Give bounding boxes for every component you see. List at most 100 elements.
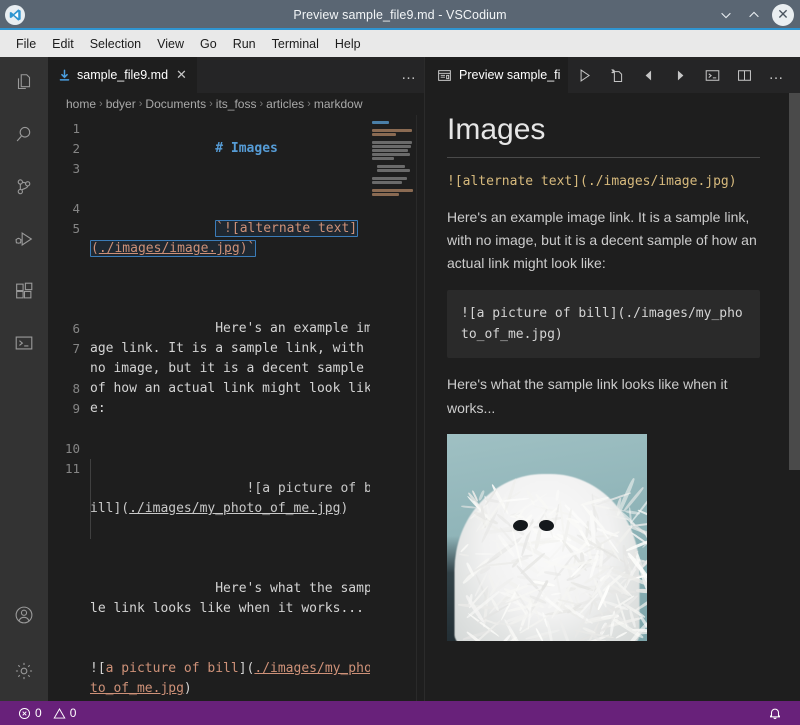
minimap-row	[372, 145, 411, 148]
chevron-up-icon[interactable]	[741, 2, 767, 28]
code-line-2	[90, 179, 376, 199]
tab-preview-sample-file9[interactable]: Preview sample_fi	[425, 57, 568, 93]
code-editor[interactable]: 1 2 3 4 5 6 7	[48, 115, 424, 701]
breadcrumb-separator: ›	[307, 98, 311, 110]
breadcrumb: home › bdyer › Documents › its_foss › ar…	[48, 93, 424, 115]
minimap-row	[372, 181, 402, 184]
split-editor-icon[interactable]	[728, 57, 760, 93]
gear-icon[interactable]	[0, 641, 48, 701]
status-bar: 0 0	[0, 701, 800, 725]
sidebar-item-terminal[interactable]	[0, 317, 48, 369]
line-number: 9	[48, 399, 80, 419]
line-number: 3	[48, 159, 80, 179]
preview-scrollbar[interactable]	[789, 93, 800, 470]
line-wrap-spacer	[48, 359, 80, 379]
sidebar-item-explorer[interactable]	[0, 57, 48, 109]
line-number-gutter: 1 2 3 4 5 6 7	[48, 119, 90, 699]
close-icon[interactable]: ✕	[772, 4, 794, 26]
menu-item-go[interactable]: Go	[192, 34, 225, 54]
line-number: 6	[48, 319, 80, 339]
code-line-11: ![a picture of bill](./images/my_photo_o…	[90, 659, 376, 699]
menu-item-selection[interactable]: Selection	[82, 34, 149, 54]
preview-icon	[437, 68, 452, 83]
code-line-4	[90, 279, 376, 299]
inline-code-url[interactable]: ./images/image.jpg	[99, 241, 240, 256]
minimap-row	[372, 133, 396, 136]
preview-toolbar: …	[568, 57, 792, 93]
breadcrumb-item-its-foss[interactable]: its_foss	[216, 97, 257, 111]
minimap-row	[372, 149, 408, 152]
preview-tabs-bar: Preview sample_fi	[425, 57, 800, 93]
link-text: a picture of bill	[106, 661, 239, 676]
more-actions-button[interactable]: …	[760, 57, 792, 93]
close-icon[interactable]: ✕	[176, 67, 187, 83]
editor-group-source: sample_file9.md ✕ … home › bdyer › Docum…	[48, 57, 425, 701]
menu-item-view[interactable]: View	[149, 34, 192, 54]
breadcrumb-item-markdown[interactable]: markdow	[314, 97, 363, 111]
titlebar-accent-line	[0, 28, 800, 30]
menu-item-help[interactable]: Help	[327, 34, 369, 54]
warning-icon	[53, 707, 66, 720]
menu-item-file[interactable]: File	[8, 34, 44, 54]
breadcrumb-item-documents[interactable]: Documents	[145, 97, 206, 111]
line-wrap-spacer	[48, 259, 80, 279]
link-separator: ](	[239, 661, 255, 676]
markdown-preview[interactable]: Images ![alternate text](./images/image.…	[425, 93, 800, 701]
menu-item-terminal[interactable]: Terminal	[264, 34, 327, 54]
code-block-url: ./images/my_photo_of_me.jpg	[129, 501, 340, 516]
paragraph-text: Here's an example image link. It is a sa…	[90, 321, 372, 416]
link-close-paren: )	[184, 681, 192, 696]
editor-scrollbar[interactable]	[416, 115, 424, 701]
arrow-left-icon[interactable]	[632, 57, 664, 93]
photo-strand	[475, 552, 495, 554]
inline-code-close: )`	[240, 241, 256, 256]
breadcrumb-item-articles[interactable]: articles	[266, 97, 304, 111]
minimap-row	[372, 141, 412, 144]
breadcrumb-item-bdyer[interactable]: bdyer	[106, 97, 136, 111]
code-line-9: Here's what the sample link looks like w…	[90, 559, 376, 639]
workbench-body: sample_file9.md ✕ … home › bdyer › Docum…	[0, 57, 800, 701]
warning-count: 0	[70, 706, 77, 720]
notifications-button[interactable]	[764, 706, 786, 720]
line-number: 2	[48, 139, 80, 159]
minimap-row	[372, 121, 389, 124]
markdown-heading-text: # Images	[215, 141, 278, 156]
line-number: 1	[48, 119, 80, 139]
vscodium-logo-icon	[5, 5, 25, 25]
arrow-right-icon[interactable]	[664, 57, 696, 93]
preview-heading: Images	[447, 111, 760, 158]
sidebar-item-extensions[interactable]	[0, 265, 48, 317]
open-source-icon[interactable]	[600, 57, 632, 93]
code-line-1: # Images	[90, 119, 376, 179]
ellipsis-icon: …	[768, 71, 784, 79]
sidebar-item-source-control[interactable]	[0, 161, 48, 213]
terminal-icon[interactable]	[696, 57, 728, 93]
code-line-7: ![a picture of bill](./images/my_photo_o…	[90, 459, 376, 539]
line-wrap-spacer	[48, 179, 80, 199]
minimap[interactable]	[370, 115, 416, 701]
menu-item-run[interactable]: Run	[225, 34, 264, 54]
breadcrumb-item-home[interactable]: home	[66, 97, 96, 111]
preview-tab-label: Preview sample_fi	[459, 68, 560, 82]
editor-tabs-actions: …	[394, 57, 424, 93]
sidebar-item-search[interactable]	[0, 109, 48, 161]
minimap-row	[372, 153, 410, 156]
play-icon[interactable]	[568, 57, 600, 93]
more-actions-button[interactable]: …	[394, 57, 424, 93]
activity-bar	[0, 57, 48, 701]
status-problems[interactable]: 0 0	[14, 706, 80, 720]
code-line-6	[90, 439, 376, 459]
code-line-8	[90, 539, 376, 559]
error-icon	[18, 707, 31, 720]
chevron-down-icon[interactable]	[713, 2, 739, 28]
tab-sample-file9-md[interactable]: sample_file9.md ✕	[48, 57, 198, 93]
tab-label: sample_file9.md	[77, 68, 168, 82]
minimap-row	[372, 193, 399, 196]
menu-item-edit[interactable]: Edit	[44, 34, 82, 54]
status-bar-left: 0 0	[8, 706, 80, 720]
line-number: 10	[48, 439, 80, 459]
line-wrap-spacer	[48, 239, 80, 259]
title-bar: Preview sample_file9.md - VSCodium ✕	[0, 0, 800, 30]
account-icon[interactable]	[0, 589, 48, 641]
sidebar-item-run-and-debug[interactable]	[0, 213, 48, 265]
